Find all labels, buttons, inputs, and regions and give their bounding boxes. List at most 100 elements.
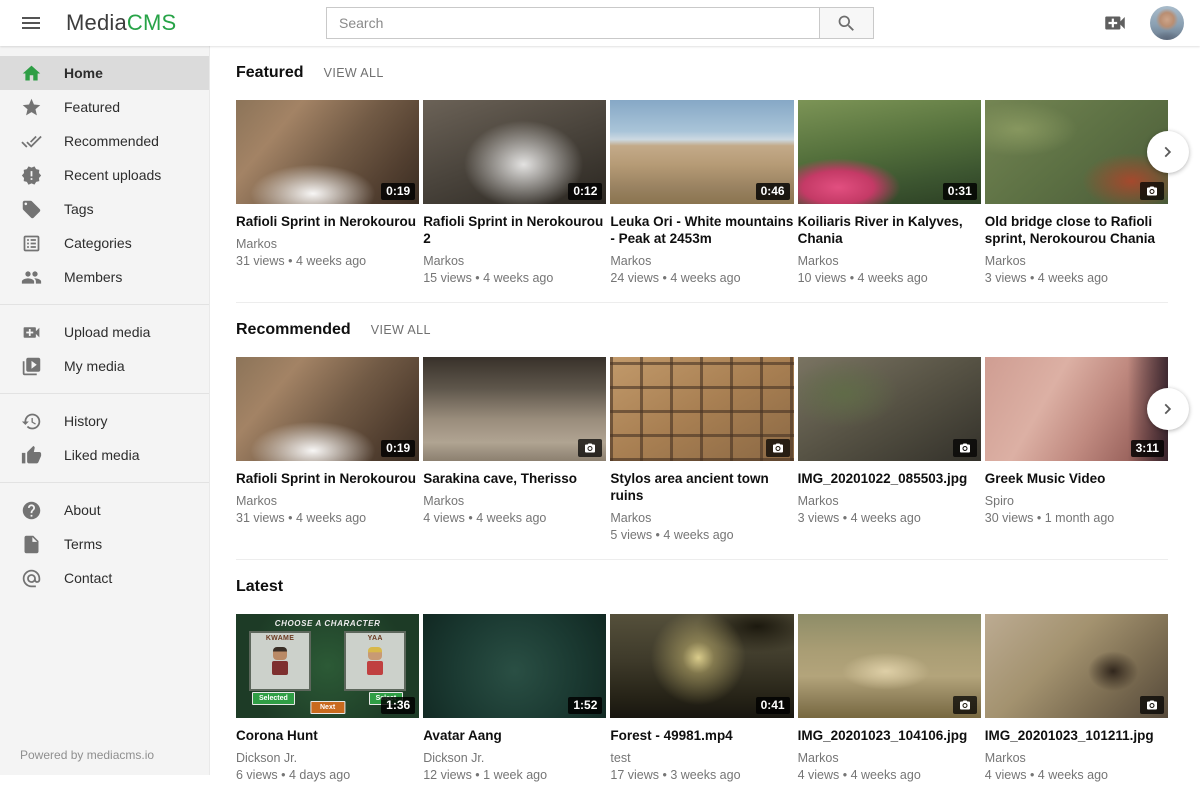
media-card[interactable]: Stylos area ancient town ruins Markos 5 …: [610, 357, 793, 543]
media-card[interactable]: Old bridge close to Rafioli sprint, Nero…: [985, 100, 1168, 286]
video-thumbnail[interactable]: 1:52: [423, 614, 606, 718]
upload-media-icon[interactable]: [1102, 10, 1128, 36]
media-author[interactable]: Markos: [236, 237, 419, 252]
media-author[interactable]: Markos: [798, 254, 981, 269]
thumb-up-icon: [20, 444, 42, 466]
media-title[interactable]: IMG_20201022_085503.jpg: [798, 470, 981, 487]
carousel-next-button[interactable]: [1147, 131, 1189, 173]
image-thumbnail[interactable]: [610, 357, 793, 461]
view-all-link[interactable]: VIEW ALL: [324, 66, 384, 80]
sidebar-item-about[interactable]: About: [0, 493, 209, 527]
sidebar-item-terms[interactable]: Terms: [0, 527, 209, 561]
user-avatar[interactable]: [1150, 6, 1184, 40]
media-card[interactable]: 0:41 Forest - 49981.mp4 test 17 views • …: [610, 614, 793, 783]
media-card[interactable]: IMG_20201023_104106.jpg Markos 4 views •…: [798, 614, 981, 783]
image-thumbnail[interactable]: [985, 614, 1168, 718]
media-title[interactable]: Koiliaris River in Kalyves, Chania: [798, 213, 981, 247]
carousel-next-button[interactable]: [1147, 388, 1189, 430]
powered-by-text: Powered by mediacms.io: [20, 748, 154, 762]
media-card[interactable]: IMG_20201022_085503.jpg Markos 3 views •…: [798, 357, 981, 543]
media-card[interactable]: 0:19 Rafioli Sprint in Nerokourou Markos…: [236, 357, 419, 543]
media-card[interactable]: 1:52 Avatar Aang Dickson Jr. 12 views • …: [423, 614, 606, 783]
media-card[interactable]: 0:12 Rafioli Sprint in Nerokourou 2 Mark…: [423, 100, 606, 286]
media-author[interactable]: Dickson Jr.: [423, 751, 606, 766]
search-input[interactable]: [326, 7, 819, 39]
camera-badge: [953, 696, 977, 714]
media-title[interactable]: Rafioli Sprint in Nerokourou 2: [423, 213, 606, 247]
media-author[interactable]: Markos: [610, 511, 793, 526]
mediacms-logo[interactable]: MediaCMS: [66, 10, 176, 36]
sidebar-item-members[interactable]: Members: [0, 260, 209, 294]
sidebar-item-tags[interactable]: Tags: [0, 192, 209, 226]
media-author[interactable]: Markos: [985, 254, 1168, 269]
media-card[interactable]: Sarakina cave, Therisso Markos 4 views •…: [423, 357, 606, 543]
video-thumbnail[interactable]: 0:19: [236, 100, 419, 204]
media-title[interactable]: Rafioli Sprint in Nerokourou: [236, 470, 419, 487]
camera-icon: [584, 442, 596, 454]
view-all-link[interactable]: VIEW ALL: [371, 323, 431, 337]
sidebar-item-featured[interactable]: Featured: [0, 90, 209, 124]
media-author[interactable]: Markos: [985, 751, 1168, 766]
sidebar-item-recent-uploads[interactable]: Recent uploads: [0, 158, 209, 192]
media-author[interactable]: Markos: [236, 494, 419, 509]
media-card[interactable]: 0:31 Koiliaris River in Kalyves, Chania …: [798, 100, 981, 286]
media-author[interactable]: Spiro: [985, 494, 1168, 509]
media-title[interactable]: Old bridge close to Rafioli sprint, Nero…: [985, 213, 1168, 247]
media-title[interactable]: Avatar Aang: [423, 727, 606, 744]
media-title[interactable]: Sarakina cave, Therisso: [423, 470, 606, 487]
hamburger-menu-icon[interactable]: [18, 10, 44, 36]
media-card[interactable]: CHOOSE A CHARACTER KWAME YAA Selected Ne…: [236, 614, 419, 783]
media-author[interactable]: Markos: [798, 494, 981, 509]
duration-badge: 0:41: [756, 697, 790, 714]
sidebar-item-categories[interactable]: Categories: [0, 226, 209, 260]
media-title[interactable]: Leuka Ori - White mountains - Peak at 24…: [610, 213, 793, 247]
media-meta: 3 views • 4 weeks ago: [798, 511, 981, 526]
sidebar-item-label: Contact: [64, 570, 112, 586]
video-thumbnail[interactable]: 0:12: [423, 100, 606, 204]
image-thumbnail[interactable]: [423, 357, 606, 461]
sidebar-item-history[interactable]: History: [0, 404, 209, 438]
media-title[interactable]: Stylos area ancient town ruins: [610, 470, 793, 504]
media-title[interactable]: Rafioli Sprint in Nerokourou: [236, 213, 419, 230]
video-thumbnail[interactable]: 0:46: [610, 100, 793, 204]
media-meta: 4 views • 4 weeks ago: [423, 511, 606, 526]
media-author[interactable]: Markos: [423, 254, 606, 269]
media-card[interactable]: IMG_20201023_101211.jpg Markos 4 views •…: [985, 614, 1168, 783]
media-card[interactable]: 0:19 Rafioli Sprint in Nerokourou Markos…: [236, 100, 419, 286]
chevron-right-icon: [1157, 141, 1179, 163]
sidebar-item-liked-media[interactable]: Liked media: [0, 438, 209, 472]
video-thumbnail[interactable]: 3:11: [985, 357, 1168, 461]
sidebar-item-home[interactable]: Home: [0, 56, 209, 90]
sidebar-item-contact[interactable]: Contact: [0, 561, 209, 595]
video-thumbnail[interactable]: CHOOSE A CHARACTER KWAME YAA Selected Ne…: [236, 614, 419, 718]
sidebar-divider: [0, 304, 209, 305]
video-plus-icon: [20, 321, 42, 343]
media-card[interactable]: 0:46 Leuka Ori - White mountains - Peak …: [610, 100, 793, 286]
video-thumbnail[interactable]: 0:31: [798, 100, 981, 204]
media-title[interactable]: IMG_20201023_101211.jpg: [985, 727, 1168, 744]
sidebar-item-recommended[interactable]: Recommended: [0, 124, 209, 158]
media-author[interactable]: test: [610, 751, 793, 766]
sidebar-item-upload-media[interactable]: Upload media: [0, 315, 209, 349]
game-character-figure: [367, 647, 383, 675]
search-button[interactable]: [819, 7, 874, 39]
image-thumbnail[interactable]: [985, 100, 1168, 204]
media-card[interactable]: 3:11 Greek Music Video Spiro 30 views • …: [985, 357, 1168, 543]
game-character-panel: YAA: [344, 631, 406, 691]
image-thumbnail[interactable]: [798, 357, 981, 461]
image-thumbnail[interactable]: [798, 614, 981, 718]
media-author[interactable]: Dickson Jr.: [236, 751, 419, 766]
sidebar-item-my-media[interactable]: My media: [0, 349, 209, 383]
sidebar-item-label: History: [64, 413, 108, 429]
media-author[interactable]: Markos: [798, 751, 981, 766]
media-title[interactable]: IMG_20201023_104106.jpg: [798, 727, 981, 744]
section-featured: Featured VIEW ALL 0:19 Rafioli Sprint in…: [236, 46, 1168, 303]
media-title[interactable]: Forest - 49981.mp4: [610, 727, 793, 744]
video-thumbnail[interactable]: 0:19: [236, 357, 419, 461]
video-thumbnail[interactable]: 0:41: [610, 614, 793, 718]
media-author[interactable]: Markos: [610, 254, 793, 269]
media-title[interactable]: Corona Hunt: [236, 727, 419, 744]
media-author[interactable]: Markos: [423, 494, 606, 509]
media-title[interactable]: Greek Music Video: [985, 470, 1168, 487]
main-content: Featured VIEW ALL 0:19 Rafioli Sprint in…: [210, 46, 1200, 799]
